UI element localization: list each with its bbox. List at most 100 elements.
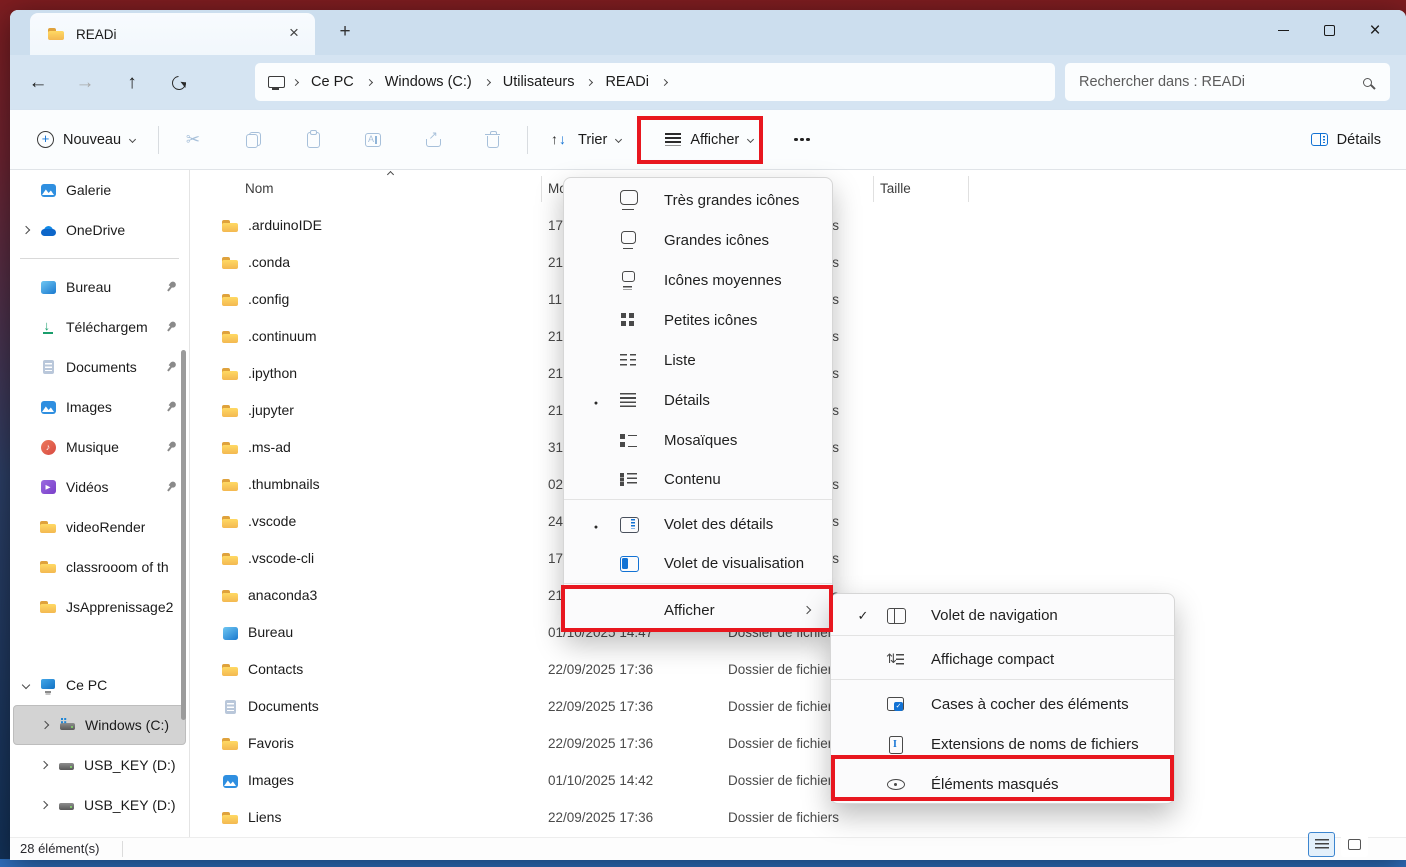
breadcrumb-item[interactable]: Ce PC — [307, 74, 358, 90]
compact-view-icon — [883, 650, 909, 670]
cut-button[interactable]: ✂ — [171, 120, 215, 160]
column-header-size[interactable]: Taille — [880, 181, 911, 196]
this-pc-icon[interactable] — [267, 75, 284, 90]
refresh-button[interactable] — [160, 65, 198, 101]
submenu-item-label: Éléments masqués — [931, 776, 1059, 793]
sidebar-item[interactable]: Documents — [13, 347, 186, 387]
column-header-name[interactable]: Nom — [245, 181, 274, 196]
menu-item[interactable]: Volet de visualisation — [564, 544, 832, 584]
details-pane-button[interactable]: Détails — [1300, 120, 1392, 160]
breadcrumb-item[interactable]: Utilisateurs — [499, 74, 579, 90]
sidebar-item[interactable]: OneDrive — [13, 210, 186, 250]
breadcrumb-chevron-icon — [484, 78, 491, 85]
sidebar-item[interactable]: USB_KEY (D:) — [13, 745, 186, 785]
expand-chevron-icon[interactable] — [41, 721, 49, 729]
breadcrumb[interactable]: Ce PC Windows (C:) Utilisateurs — [255, 63, 1055, 101]
maximize-button[interactable] — [1306, 12, 1352, 48]
share-button[interactable] — [411, 120, 455, 160]
sidebar-item-label: Documents — [66, 359, 137, 375]
column-divider[interactable] — [873, 176, 874, 202]
sort-button[interactable]: Trier — [540, 120, 632, 160]
tab-close-icon[interactable]: × — [283, 23, 305, 45]
expand-chevron-icon[interactable] — [40, 801, 48, 809]
file-modified-date: 22/09/2025 17:36 — [548, 810, 653, 825]
pin-icon — [163, 479, 178, 495]
file-row[interactable]: Liens 22/09/2025 17:36 Dossier de fichie… — [190, 800, 1406, 837]
view-button[interactable]: Afficher — [654, 120, 764, 160]
column-divider[interactable] — [541, 176, 542, 202]
command-toolbar: Nouveau ✂ Trier Afficher — [10, 110, 1406, 170]
sidebar-item-label: Galerie — [66, 182, 111, 198]
menu-item[interactable]: Liste — [564, 340, 832, 380]
sidebar-item[interactable]: Windows (C:) — [13, 705, 186, 745]
menu-item[interactable]: Grandes icônes — [564, 220, 832, 260]
details-view-toggle[interactable] — [1308, 832, 1335, 857]
sidebar-item[interactable]: Ce PC — [13, 665, 186, 705]
tiles-view-icon — [616, 430, 642, 450]
breadcrumb-item[interactable]: Windows (C:) — [381, 74, 476, 90]
menu-item[interactable]: Contenu — [564, 460, 832, 500]
paste-button[interactable] — [291, 120, 335, 160]
up-button[interactable]: ↑ — [113, 65, 151, 101]
menu-item-label: Volet de visualisation — [664, 555, 804, 572]
delete-button[interactable] — [471, 120, 515, 160]
sidebar-item[interactable]: classrooom of th — [13, 547, 186, 587]
navigation-pane: Galerie OneDrive Bureau — [10, 170, 190, 837]
submenu-item-label: Volet de navigation — [931, 607, 1058, 624]
file-row[interactable]: Documents 22/09/2025 17:36 Dossier de fi… — [190, 689, 1406, 726]
menu-item[interactable]: Volet des détails — [564, 504, 832, 544]
sidebar-item[interactable]: Galerie — [13, 170, 186, 210]
file-row[interactable]: Contacts 22/09/2025 17:36 Dossier de fic… — [190, 652, 1406, 689]
file-name: Images — [248, 772, 294, 788]
expand-chevron-icon[interactable] — [22, 681, 30, 689]
sidebar-item[interactable]: Images — [13, 387, 186, 427]
forward-button[interactable]: → — [66, 65, 104, 101]
sidebar-item[interactable]: Bureau — [13, 267, 186, 307]
sidebar-item[interactable]: Téléchargem — [13, 307, 186, 347]
menu-item[interactable]: Afficher — [564, 588, 832, 632]
column-divider[interactable] — [968, 176, 969, 202]
submenu-item[interactable]: Affichage compact — [831, 640, 1174, 680]
file-row[interactable]: Images 01/10/2025 14:42 Dossier de fichi… — [190, 763, 1406, 800]
rename-button[interactable] — [351, 120, 395, 160]
folder-icon — [222, 329, 238, 345]
sidebar-scrollbar[interactable] — [181, 350, 186, 720]
breadcrumb-item[interactable]: READi — [601, 74, 653, 90]
menu-item[interactable]: Icônes moyennes — [564, 260, 832, 300]
sort-ascending-icon — [387, 171, 394, 178]
sidebar-item-label: USB_KEY (D:) — [84, 797, 176, 813]
folder-icon — [40, 519, 56, 535]
icons-view-icon — [1348, 839, 1361, 850]
menu-item[interactable]: Très grandes icônes — [564, 180, 832, 220]
icons-view-toggle[interactable] — [1341, 832, 1368, 857]
close-button[interactable]: × — [1352, 12, 1398, 48]
menu-item[interactable]: Détails — [564, 380, 832, 420]
file-row[interactable]: Favoris 22/09/2025 17:36 Dossier de fich… — [190, 726, 1406, 763]
submenu-item[interactable]: Extensions de noms de fichiers — [831, 724, 1174, 764]
sidebar-item[interactable]: Musique — [13, 427, 186, 467]
more-options-button[interactable] — [780, 120, 824, 160]
expand-chevron-icon[interactable] — [22, 226, 30, 234]
sidebar-computer-section: Ce PC Windows (C:) USB_KEY (D:) — [10, 665, 189, 825]
new-tab-button[interactable]: + — [332, 20, 358, 46]
minimize-button[interactable] — [1260, 12, 1306, 48]
submenu-item[interactable]: Éléments masqués — [831, 764, 1174, 804]
menu-item[interactable]: Petites icônes — [564, 300, 832, 340]
submenu-item[interactable]: Volet de navigation — [831, 596, 1174, 636]
search-input[interactable] — [1079, 74, 1363, 90]
search-icon[interactable] — [1363, 78, 1372, 87]
sidebar-item[interactable]: JsApprenissage2 — [13, 587, 186, 627]
sidebar-item-label: Windows (C:) — [85, 717, 169, 733]
explorer-tab[interactable]: READi × — [30, 13, 315, 55]
copy-button[interactable] — [231, 120, 275, 160]
menu-item[interactable]: Mosaïques — [564, 420, 832, 460]
sidebar-item[interactable]: USB_KEY (D:) — [13, 785, 186, 825]
back-button[interactable]: ← — [19, 65, 57, 101]
sidebar-item[interactable]: videoRender — [13, 507, 186, 547]
new-button[interactable]: Nouveau — [26, 120, 146, 160]
sidebar-item[interactable]: Vidéos — [13, 467, 186, 507]
expand-chevron-icon[interactable] — [40, 761, 48, 769]
search-box[interactable] — [1065, 63, 1390, 101]
menu-item-label: Icônes moyennes — [664, 272, 782, 289]
submenu-item[interactable]: Cases à cocher des éléments — [831, 684, 1174, 724]
